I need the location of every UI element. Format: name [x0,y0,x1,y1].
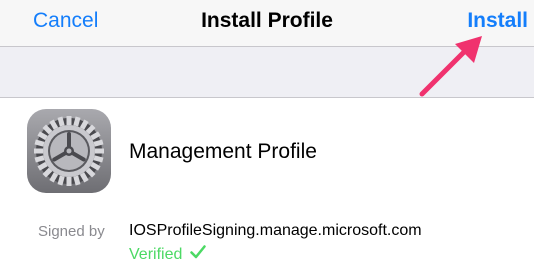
verified-label: Verified [129,245,183,263]
settings-gear-icon [27,109,111,193]
checkmark-icon [190,245,207,264]
signed-by-label: Signed by [38,223,105,240]
signer-name: IOSProfileSigning.manage.microsoft.com [129,222,422,239]
annotation-arrow-icon [419,36,482,97]
profile-name: Management Profile [129,140,317,163]
verified-status: Verified [129,245,207,264]
